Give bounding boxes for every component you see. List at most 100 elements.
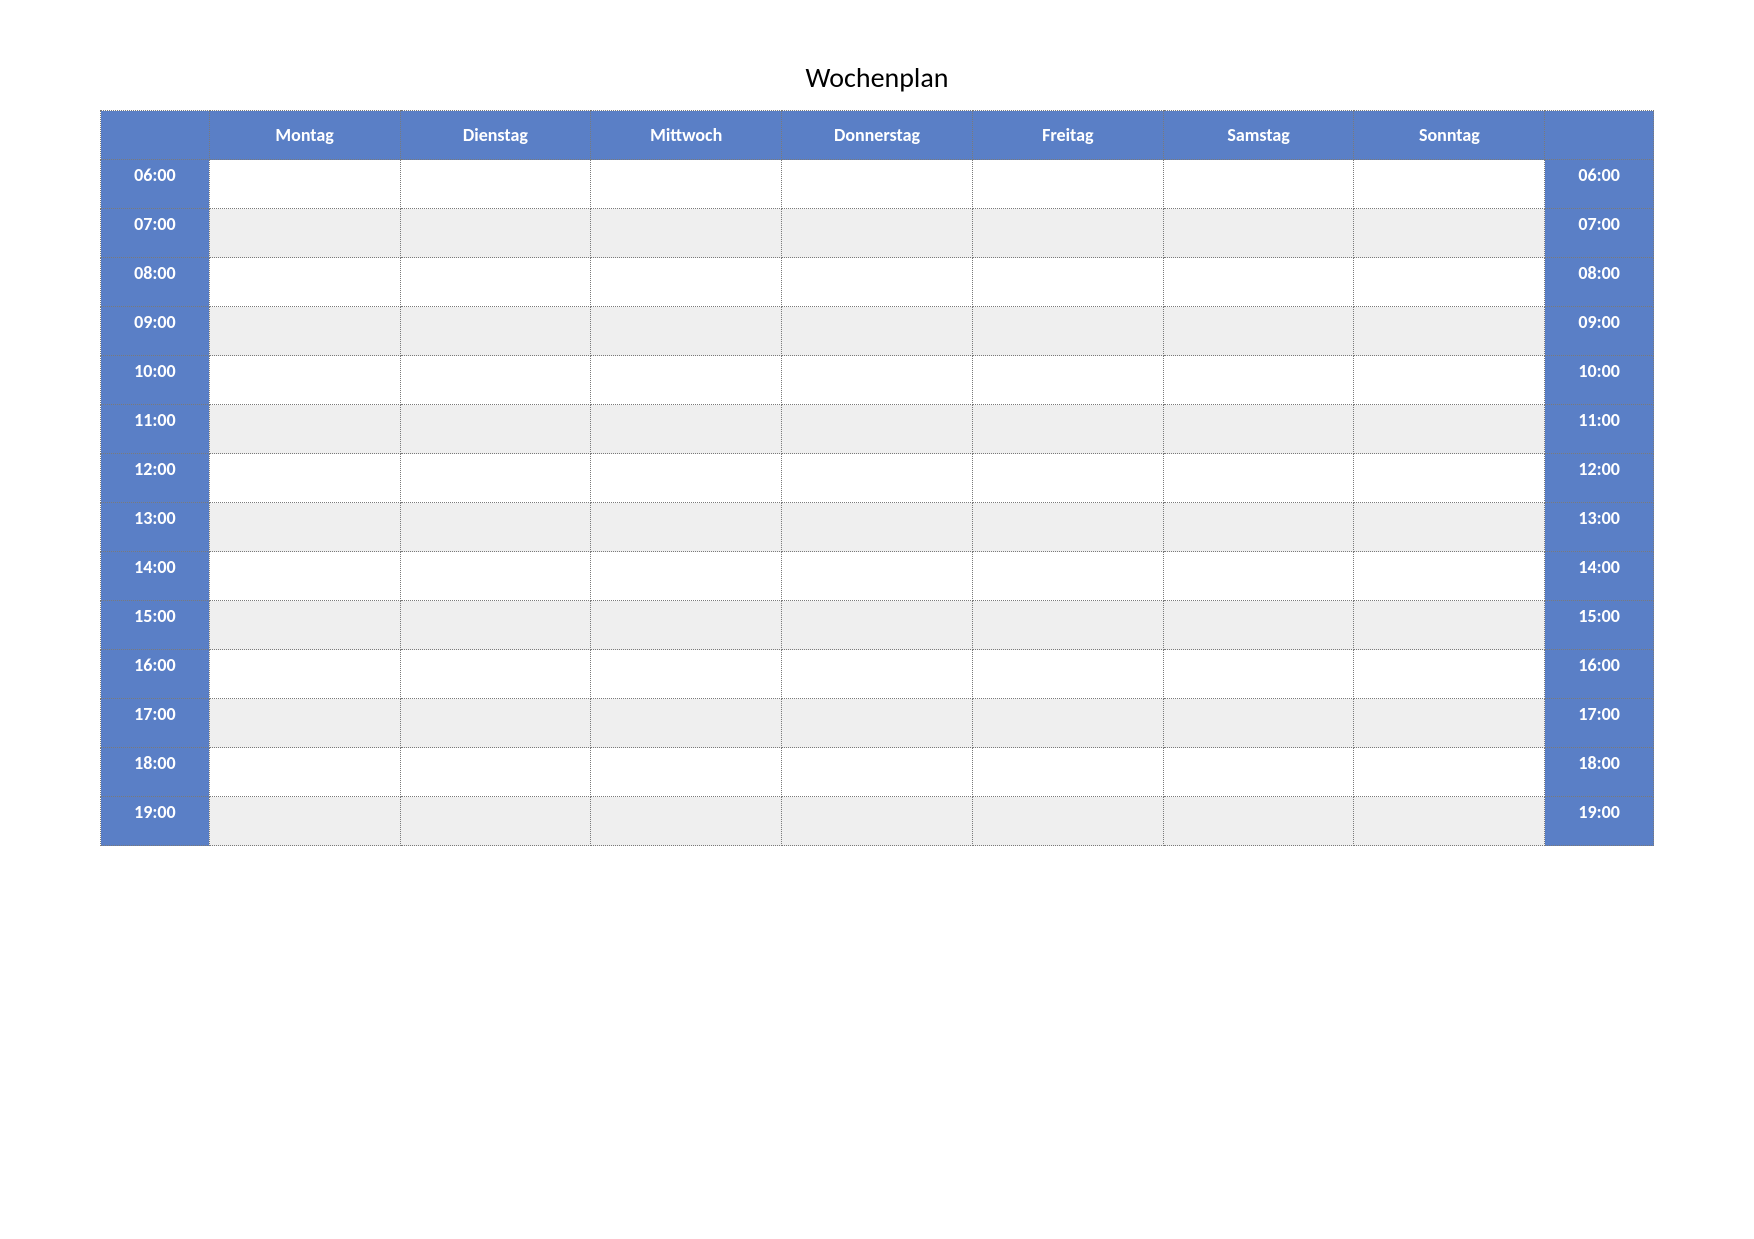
slot-cell[interactable] — [1163, 405, 1354, 454]
slot-cell[interactable] — [1163, 797, 1354, 846]
slot-cell[interactable] — [1163, 454, 1354, 503]
slot-cell[interactable] — [400, 601, 591, 650]
slot-cell[interactable] — [972, 160, 1163, 209]
slot-cell[interactable] — [1163, 160, 1354, 209]
slot-cell[interactable] — [209, 454, 400, 503]
slot-cell[interactable] — [782, 699, 973, 748]
slot-cell[interactable] — [400, 454, 591, 503]
slot-cell[interactable] — [1163, 307, 1354, 356]
slot-cell[interactable] — [1354, 454, 1545, 503]
slot-cell[interactable] — [209, 503, 400, 552]
slot-cell[interactable] — [1163, 258, 1354, 307]
slot-cell[interactable] — [209, 405, 400, 454]
slot-cell[interactable] — [591, 405, 782, 454]
slot-cell[interactable] — [1163, 650, 1354, 699]
slot-cell[interactable] — [591, 454, 782, 503]
slot-cell[interactable] — [591, 748, 782, 797]
slot-cell[interactable] — [591, 797, 782, 846]
slot-cell[interactable] — [972, 552, 1163, 601]
slot-cell[interactable] — [972, 748, 1163, 797]
slot-cell[interactable] — [1354, 650, 1545, 699]
slot-cell[interactable] — [400, 307, 591, 356]
slot-cell[interactable] — [1354, 356, 1545, 405]
slot-cell[interactable] — [782, 160, 973, 209]
slot-cell[interactable] — [1354, 405, 1545, 454]
slot-cell[interactable] — [209, 601, 400, 650]
slot-cell[interactable] — [972, 503, 1163, 552]
slot-cell[interactable] — [209, 748, 400, 797]
slot-cell[interactable] — [591, 503, 782, 552]
slot-cell[interactable] — [400, 748, 591, 797]
slot-cell[interactable] — [972, 258, 1163, 307]
slot-cell[interactable] — [400, 160, 591, 209]
slot-cell[interactable] — [782, 748, 973, 797]
slot-cell[interactable] — [782, 797, 973, 846]
slot-cell[interactable] — [1354, 160, 1545, 209]
slot-cell[interactable] — [209, 209, 400, 258]
slot-cell[interactable] — [782, 552, 973, 601]
slot-cell[interactable] — [591, 650, 782, 699]
slot-cell[interactable] — [400, 356, 591, 405]
slot-cell[interactable] — [591, 356, 782, 405]
slot-cell[interactable] — [1163, 601, 1354, 650]
slot-cell[interactable] — [1354, 503, 1545, 552]
slot-cell[interactable] — [782, 503, 973, 552]
slot-cell[interactable] — [591, 160, 782, 209]
slot-cell[interactable] — [209, 307, 400, 356]
slot-cell[interactable] — [591, 601, 782, 650]
slot-cell[interactable] — [400, 552, 591, 601]
slot-cell[interactable] — [400, 405, 591, 454]
slot-cell[interactable] — [209, 699, 400, 748]
slot-cell[interactable] — [972, 454, 1163, 503]
slot-cell[interactable] — [591, 699, 782, 748]
slot-cell[interactable] — [400, 258, 591, 307]
slot-cell[interactable] — [782, 209, 973, 258]
slot-cell[interactable] — [1354, 209, 1545, 258]
slot-cell[interactable] — [1354, 797, 1545, 846]
slot-cell[interactable] — [972, 601, 1163, 650]
table-row: 11:00 11:00 — [101, 405, 1654, 454]
slot-cell[interactable] — [209, 797, 400, 846]
slot-cell[interactable] — [400, 503, 591, 552]
slot-cell[interactable] — [782, 356, 973, 405]
slot-cell[interactable] — [972, 797, 1163, 846]
slot-cell[interactable] — [1163, 552, 1354, 601]
time-label-left: 11:00 — [101, 405, 210, 454]
slot-cell[interactable] — [591, 552, 782, 601]
slot-cell[interactable] — [1354, 699, 1545, 748]
slot-cell[interactable] — [209, 258, 400, 307]
slot-cell[interactable] — [972, 699, 1163, 748]
slot-cell[interactable] — [1163, 209, 1354, 258]
slot-cell[interactable] — [972, 356, 1163, 405]
slot-cell[interactable] — [591, 209, 782, 258]
slot-cell[interactable] — [591, 258, 782, 307]
slot-cell[interactable] — [1163, 699, 1354, 748]
slot-cell[interactable] — [591, 307, 782, 356]
slot-cell[interactable] — [209, 552, 400, 601]
slot-cell[interactable] — [400, 699, 591, 748]
slot-cell[interactable] — [1354, 552, 1545, 601]
slot-cell[interactable] — [400, 650, 591, 699]
slot-cell[interactable] — [1163, 748, 1354, 797]
slot-cell[interactable] — [782, 650, 973, 699]
slot-cell[interactable] — [1163, 356, 1354, 405]
slot-cell[interactable] — [972, 307, 1163, 356]
slot-cell[interactable] — [782, 601, 973, 650]
slot-cell[interactable] — [972, 405, 1163, 454]
slot-cell[interactable] — [400, 209, 591, 258]
slot-cell[interactable] — [782, 405, 973, 454]
slot-cell[interactable] — [1354, 258, 1545, 307]
slot-cell[interactable] — [782, 307, 973, 356]
slot-cell[interactable] — [782, 258, 973, 307]
slot-cell[interactable] — [209, 356, 400, 405]
slot-cell[interactable] — [209, 650, 400, 699]
slot-cell[interactable] — [782, 454, 973, 503]
slot-cell[interactable] — [1354, 307, 1545, 356]
slot-cell[interactable] — [400, 797, 591, 846]
slot-cell[interactable] — [972, 650, 1163, 699]
slot-cell[interactable] — [1354, 748, 1545, 797]
slot-cell[interactable] — [1354, 601, 1545, 650]
slot-cell[interactable] — [209, 160, 400, 209]
slot-cell[interactable] — [1163, 503, 1354, 552]
slot-cell[interactable] — [972, 209, 1163, 258]
